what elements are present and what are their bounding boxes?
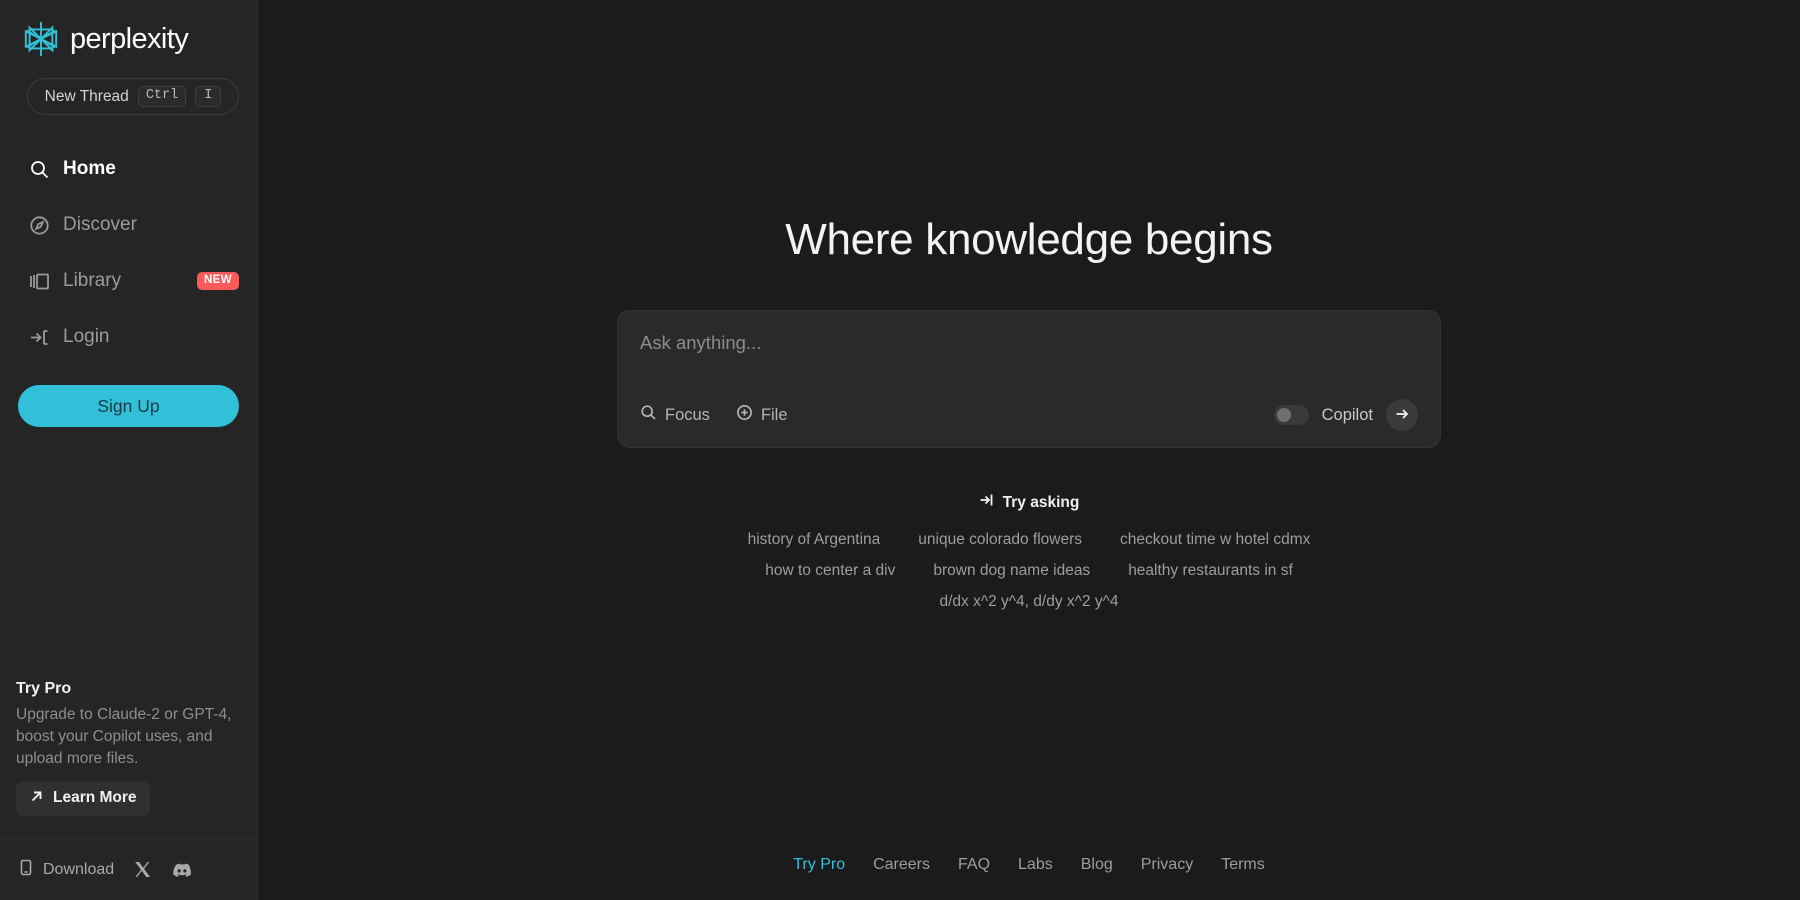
library-icon	[29, 271, 50, 292]
ask-toolbar-right: Copilot	[1274, 399, 1418, 431]
suggestion-chip[interactable]: brown dog name ideas	[933, 562, 1090, 580]
brand-header[interactable]: perplexity	[0, 0, 257, 62]
footer-links: Try Pro Careers FAQ Labs Blog Privacy Te…	[258, 856, 1800, 874]
submit-button[interactable]	[1386, 399, 1418, 431]
footer-link-faq[interactable]: FAQ	[958, 856, 990, 874]
footer-link-careers[interactable]: Careers	[873, 856, 930, 874]
arrow-into-bracket-icon	[979, 492, 995, 513]
copilot-toggle-knob	[1277, 408, 1291, 422]
login-arrow-icon	[29, 327, 50, 348]
download-label: Download	[43, 861, 114, 879]
ask-toolbar: Focus File Copilot	[640, 399, 1418, 431]
ask-box: Focus File Copilot	[617, 310, 1441, 448]
search-input[interactable]	[640, 332, 1418, 358]
compass-icon	[29, 215, 50, 236]
sidebar-item-login[interactable]: Login	[0, 309, 257, 365]
try-asking-label: Try asking	[1003, 494, 1080, 512]
suggestion-chip[interactable]: healthy restaurants in sf	[1128, 562, 1293, 580]
search-icon	[640, 404, 657, 426]
focus-label: Focus	[665, 406, 710, 425]
file-button[interactable]: File	[736, 404, 788, 426]
footer-link-labs[interactable]: Labs	[1018, 856, 1053, 874]
new-thread-label: New Thread	[45, 88, 129, 106]
discord-icon[interactable]	[171, 859, 193, 881]
arrow-up-right-icon	[29, 789, 44, 807]
arrow-right-icon	[1394, 406, 1410, 425]
learn-more-button[interactable]: Learn More	[16, 781, 150, 816]
try-asking-header: Try asking	[979, 492, 1080, 513]
sidebar-item-library[interactable]: Library NEW	[0, 253, 257, 309]
sidebar-item-discover[interactable]: Discover	[0, 197, 257, 253]
search-icon	[29, 159, 50, 180]
phone-icon	[18, 859, 34, 881]
signup-button[interactable]: Sign Up	[18, 385, 239, 427]
footer-link-privacy[interactable]: Privacy	[1141, 856, 1193, 874]
try-pro-title: Try Pro	[16, 680, 239, 698]
status-badge-new: NEW	[197, 272, 239, 291]
sidebar-item-login-label: Login	[63, 326, 110, 348]
new-thread-button[interactable]: New Thread Ctrl I	[27, 78, 239, 115]
shortcut-letter-key: I	[195, 86, 221, 107]
sidebar-item-home-label: Home	[63, 158, 116, 180]
sidebar-item-library-label: Library	[63, 270, 121, 292]
footer-link-blog[interactable]: Blog	[1081, 856, 1113, 874]
perplexity-logo-icon	[22, 19, 60, 59]
sidebar: perplexity New Thread Ctrl I Home Discov…	[0, 0, 258, 900]
suggestion-list: history of Argentina unique colorado flo…	[669, 531, 1389, 611]
sidebar-item-discover-label: Discover	[63, 214, 137, 236]
learn-more-label: Learn More	[53, 789, 137, 807]
download-link[interactable]: Download	[18, 859, 114, 881]
footer-link-terms[interactable]: Terms	[1221, 856, 1265, 874]
sidebar-nav: Home Discover Library NEW Login	[0, 141, 257, 365]
suggestion-chip[interactable]: d/dx x^2 y^4, d/dy x^2 y^4	[939, 593, 1118, 611]
suggestion-chip[interactable]: checkout time w hotel cdmx	[1120, 531, 1310, 549]
sidebar-spacer	[0, 427, 257, 680]
try-pro-promo: Try Pro Upgrade to Claude-2 or GPT-4, bo…	[0, 680, 257, 816]
x-twitter-icon[interactable]	[133, 860, 152, 879]
plus-circle-icon	[736, 404, 753, 426]
copilot-label: Copilot	[1322, 406, 1373, 425]
focus-button[interactable]: Focus	[640, 404, 710, 426]
suggestion-chip[interactable]: history of Argentina	[748, 531, 881, 549]
footer-link-try-pro[interactable]: Try Pro	[793, 856, 845, 874]
main-content: Where knowledge begins Focus File Cop	[258, 0, 1800, 900]
suggestion-chip[interactable]: unique colorado flowers	[918, 531, 1082, 549]
shortcut-modifier-key: Ctrl	[138, 86, 186, 107]
sidebar-footer: Download	[0, 838, 257, 900]
copilot-toggle[interactable]	[1274, 405, 1309, 425]
brand-name: perplexity	[70, 23, 188, 56]
sidebar-item-home[interactable]: Home	[0, 141, 257, 197]
file-label: File	[761, 406, 788, 425]
suggestion-chip[interactable]: how to center a div	[765, 562, 895, 580]
page-title: Where knowledge begins	[785, 215, 1272, 265]
try-pro-description: Upgrade to Claude-2 or GPT-4, boost your…	[16, 704, 239, 770]
